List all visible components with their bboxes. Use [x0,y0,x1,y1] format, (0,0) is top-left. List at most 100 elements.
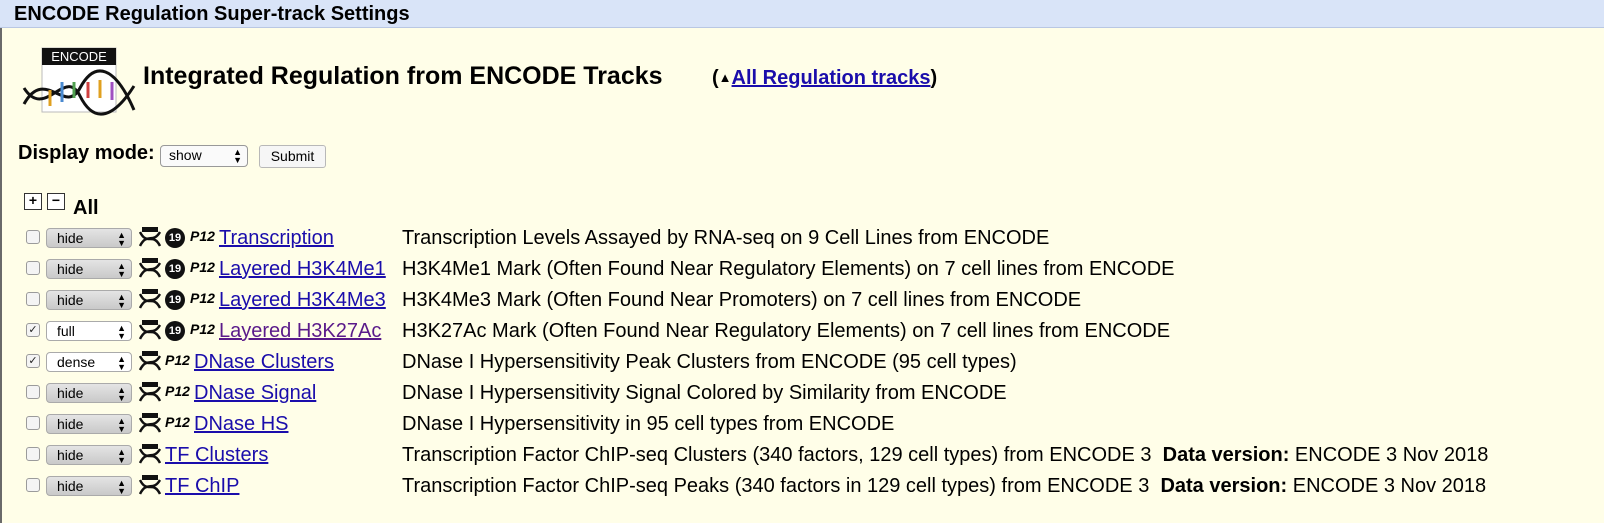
p12-label: P12 [165,383,190,399]
track-description-text: H3K4Me1 Mark (Often Found Near Regulator… [402,258,1175,280]
track-description: H3K4Me1 Mark (Often Found Near Regulator… [402,258,1175,281]
track-visibility-value: hide [57,230,84,246]
track-row: hide ▲ ▼ 19 P12 Layered H3K4Me1 H3K4Me1 Mark (… [0,258,1604,289]
track-description: H3K27Ac Mark (Often Found Near Regulator… [402,320,1170,343]
track-visibility-select[interactable]: hide ▲ ▼ [46,414,132,434]
track-description-text: DNase I Hypersensitivity Peak Clusters f… [402,351,1017,373]
track-row: hide ▲ ▼ TF Clusters Transcription Factor Ch… [0,444,1604,475]
track-description: DNase I Hypersensitivity Signal Colored … [402,382,1007,405]
track-description: Transcription Levels Assayed by RNA-seq … [402,227,1049,250]
data-version-value: ENCODE 3 Nov 2018 [1292,475,1487,497]
select-arrows-icon: ▲ ▼ [117,292,126,310]
track-checkbox[interactable] [26,261,40,275]
track-link[interactable]: DNase Clusters [194,351,334,374]
encode-dna-icon [139,475,161,495]
track-description: DNase I Hypersensitivity Peak Clusters f… [402,351,1017,374]
collapse-all-button[interactable]: − [47,193,65,210]
track-visibility-select[interactable]: dense ▲ ▼ [46,352,132,372]
hg19-badge: 19 [165,321,185,341]
track-checkbox[interactable]: ✓ [26,323,40,337]
track-description-text: Transcription Levels Assayed by RNA-seq … [402,227,1050,249]
encode-dna-icon [139,413,161,433]
track-row: ✓ dense ▲ ▼ P12 DNase Clusters DNase I Hyperse… [0,351,1604,382]
encode-dna-icon [139,320,161,340]
display-mode-select[interactable]: show ▲ ▼ [160,145,248,167]
select-arrows-icon: ▲ ▼ [117,323,126,341]
all-label: All [73,197,99,219]
track-visibility-value: hide [57,416,84,432]
track-row: hide ▲ ▼ 19 P12 Layered H3K4Me3 H3K4Me3 Mark (… [0,289,1604,320]
hg19-badge: 19 [165,259,185,279]
encode-logo: ENCODE [22,47,136,116]
track-link[interactable]: TF ChIP [165,475,239,498]
p12-label: P12 [190,290,215,306]
track-visibility-select[interactable]: hide ▲ ▼ [46,228,132,248]
track-visibility-value: hide [57,478,84,494]
track-row: ✓ full ▲ ▼ 19 P12 Layered H3K27Ac H3K27Ac Mark … [0,320,1604,351]
track-visibility-value: full [57,323,75,339]
track-row: hide ▲ ▼ P12 DNase Signal DNase I Hypersensit… [0,382,1604,413]
track-visibility-select[interactable]: hide ▲ ▼ [46,290,132,310]
track-link[interactable]: DNase HS [194,413,288,436]
track-visibility-select[interactable]: hide ▲ ▼ [46,259,132,279]
select-arrows-icon: ▲ ▼ [117,478,126,496]
track-link[interactable]: DNase Signal [194,382,316,405]
track-visibility-select[interactable]: full ▲ ▼ [46,321,132,341]
select-arrows-icon: ▲ ▼ [117,447,126,465]
uplink-group: (▲All Regulation tracks) [712,67,938,89]
track-link[interactable]: TF Clusters [165,444,268,467]
track-visibility-value: hide [57,261,84,277]
logo-text: ENCODE [51,49,107,64]
select-arrows-icon: ▲ ▼ [117,230,126,248]
track-description-text: Transcription Factor ChIP-seq Peaks (340… [402,475,1150,497]
expand-all-button[interactable]: + [24,193,42,210]
track-visibility-select[interactable]: hide ▲ ▼ [46,445,132,465]
hg19-badge: 19 [165,228,185,248]
encode-dna-icon [139,258,161,278]
data-version-label: Data version: [1160,475,1288,497]
track-description: DNase I Hypersensitivity in 95 cell type… [402,413,894,436]
track-visibility-select[interactable]: hide ▲ ▼ [46,476,132,496]
encode-dna-icon [139,289,161,309]
display-mode-label: Display mode: [18,142,155,164]
track-description: H3K4Me3 Mark (Often Found Near Promoters… [402,289,1081,312]
page-title: Integrated Regulation from ENCODE Tracks [143,62,663,90]
track-link[interactable]: Transcription [219,227,334,250]
track-checkbox[interactable] [26,230,40,244]
track-checkbox[interactable] [26,447,40,461]
p12-label: P12 [190,228,215,244]
track-checkbox[interactable]: ✓ [26,354,40,368]
select-arrows-icon: ▲ ▼ [117,354,126,372]
track-description: Transcription Factor ChIP-seq Peaks (340… [402,475,1486,498]
hg19-badge: 19 [165,290,185,310]
track-description: Transcription Factor ChIP-seq Clusters (… [402,444,1488,467]
track-description-text: H3K4Me3 Mark (Often Found Near Promoters… [402,289,1082,311]
track-checkbox[interactable] [26,385,40,399]
track-visibility-value: hide [57,292,84,308]
encode-dna-icon [139,444,161,464]
p12-label: P12 [165,352,190,368]
p12-label: P12 [190,259,215,275]
track-row: hide ▲ ▼ 19 P12 Transcription Transcription Le… [0,227,1604,258]
track-link[interactable]: Layered H3K27Ac [219,320,381,343]
encode-dna-icon [139,382,161,402]
track-description-text: H3K27Ac Mark (Often Found Near Regulator… [402,320,1171,342]
track-checkbox[interactable] [26,478,40,492]
track-checkbox[interactable] [26,292,40,306]
all-regulation-tracks-link[interactable]: All Regulation tracks [732,67,931,89]
encode-dna-icon [139,227,161,247]
p12-label: P12 [190,321,215,337]
select-arrows-icon: ▲ ▼ [117,261,126,279]
submit-button[interactable]: Submit [259,145,326,168]
track-visibility-select[interactable]: hide ▲ ▼ [46,383,132,403]
track-description-text: Transcription Factor ChIP-seq Clusters (… [402,444,1152,466]
track-link[interactable]: Layered H3K4Me3 [219,289,386,312]
track-description-text: DNase I Hypersensitivity Signal Colored … [402,382,1007,404]
select-arrows-icon: ▲ ▼ [233,147,242,165]
track-row: hide ▲ ▼ P12 DNase HS DNase I Hypersensitivit… [0,413,1604,444]
p12-label: P12 [165,414,190,430]
track-link[interactable]: Layered H3K4Me1 [219,258,386,281]
track-row: hide ▲ ▼ TF ChIP Transcription Factor ChIP-s… [0,475,1604,506]
track-checkbox[interactable] [26,416,40,430]
track-visibility-value: hide [57,447,84,463]
